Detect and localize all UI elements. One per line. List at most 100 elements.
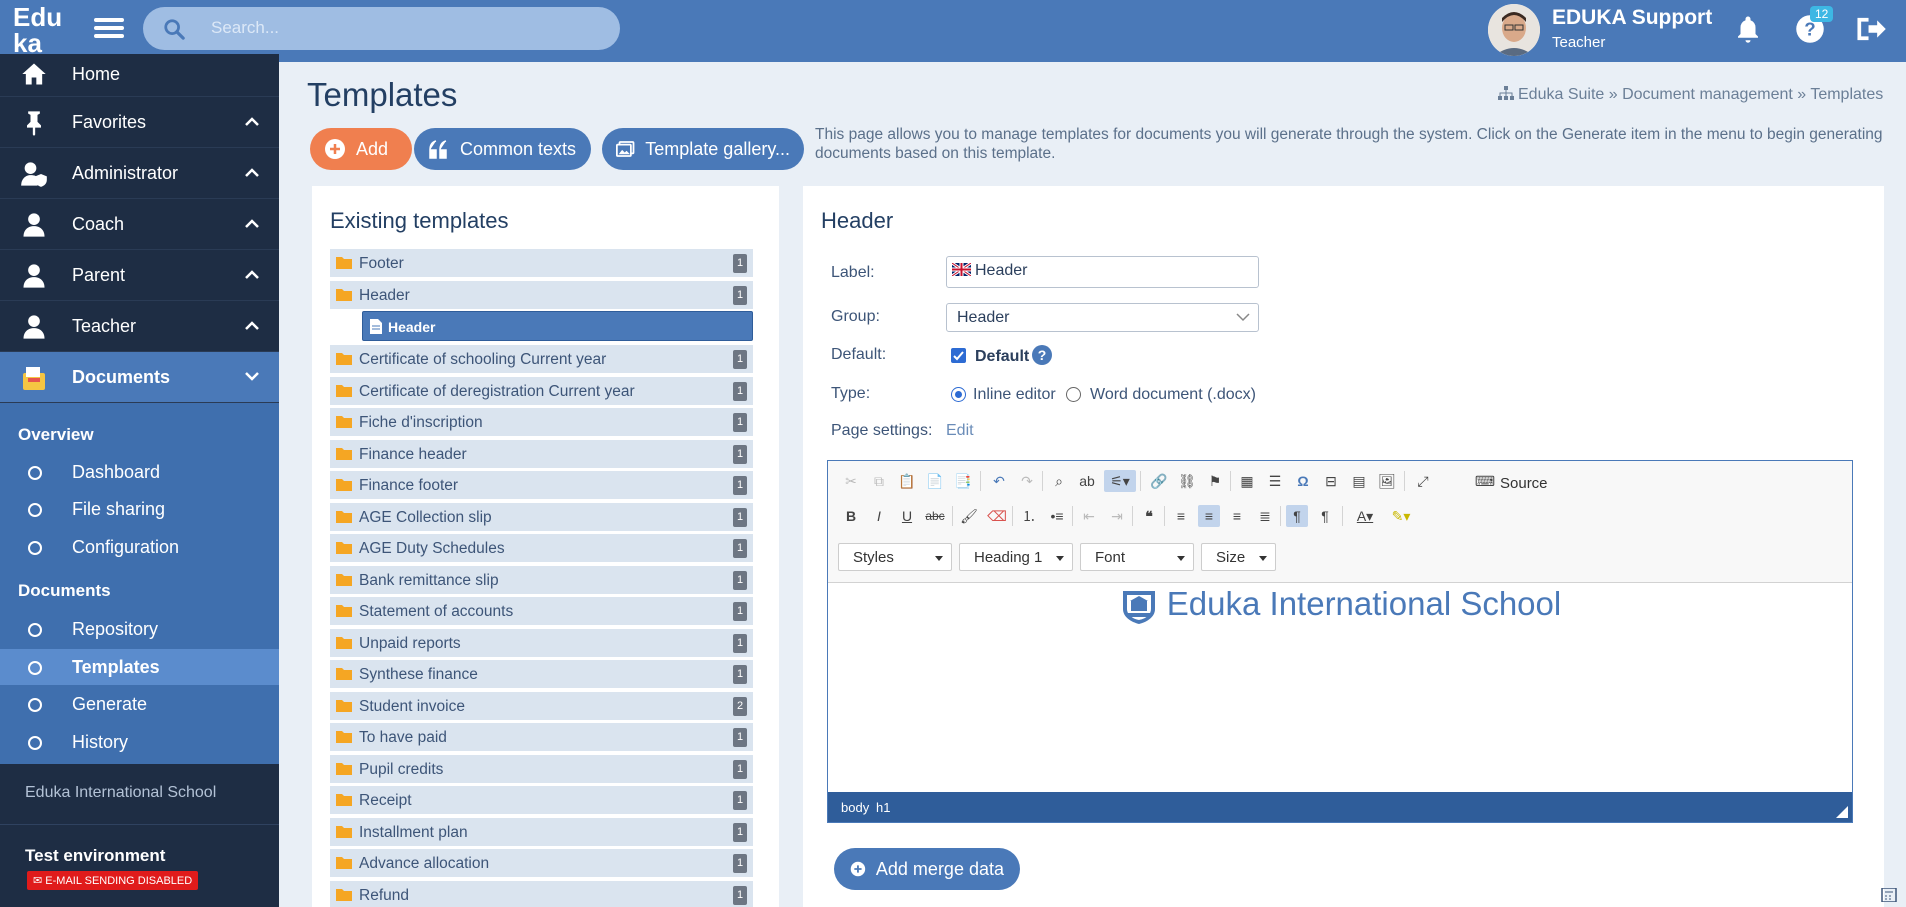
tree-item-template[interactable]: Receipt 1 [330,786,753,814]
tree-item-template[interactable]: Advance allocation 1 [330,849,753,877]
anchor-flag-icon[interactable]: ⚑ [1204,470,1226,492]
sidebar-subitem-configuration[interactable]: Configuration [0,529,279,565]
source-code-icon[interactable]: ⌨ [1474,470,1496,492]
sidebar-item-home[interactable]: Home [0,54,279,97]
indent-icon[interactable]: ⇥ [1106,505,1128,527]
find-icon[interactable]: ⌕ [1048,470,1070,492]
unlink-icon[interactable]: ⛓ [1176,470,1198,492]
label-field[interactable] [946,256,1259,288]
tree-item-template[interactable]: Footer 1 [330,249,753,277]
breadcrumb[interactable]: Eduka Suite » Document management » Temp… [1498,86,1883,104]
editor-content-heading[interactable]: Eduka International School [828,585,1852,625]
path-body[interactable]: body [841,800,869,815]
tree-item-template[interactable]: Fiche d'inscription 1 [330,408,753,436]
align-center-icon[interactable]: ≡ [1198,505,1220,527]
copy-icon[interactable]: ⧉ [868,470,890,492]
tree-item-template[interactable]: Certificate of schooling Current year 1 [330,345,753,373]
table-icon[interactable]: ▦ [1236,470,1258,492]
default-checkbox[interactable] [951,348,966,363]
sidebar-item-documents[interactable]: Documents [0,352,279,403]
background-color-icon[interactable]: ✎▾ [1386,505,1416,527]
source-button[interactable]: Source [1500,475,1548,492]
paste-icon[interactable]: 📋 [896,470,918,492]
align-left-icon[interactable]: ≡ [1170,505,1192,527]
text-color-icon[interactable]: A▾ [1350,505,1380,527]
tree-item-template[interactable]: To have paid 1 [330,723,753,751]
numbered-list-icon[interactable]: ⒈ [1018,505,1040,527]
page-break-icon[interactable]: ⊟ [1320,470,1342,492]
sidebar-subitem-file-sharing[interactable]: File sharing [0,491,279,527]
rtl-direction-icon[interactable]: ¶ [1314,505,1336,527]
cut-icon[interactable]: ✂ [840,470,862,492]
sidebar-subitem-dashboard[interactable]: Dashboard [0,454,279,490]
sidebar-item-parent[interactable]: Parent [0,250,279,301]
size-combo[interactable]: Size [1201,543,1276,571]
italic-icon[interactable]: I [868,505,890,527]
sidebar-item-administrator[interactable]: Administrator [0,148,279,199]
tree-item-template[interactable]: Installment plan 1 [330,818,753,846]
type-inline-radio[interactable] [951,387,966,402]
format-painter-dropdown-icon[interactable]: ⚟▾ [1104,470,1136,492]
link-icon[interactable]: 🔗 [1148,470,1170,492]
template-gallery-button[interactable]: Template gallery... [602,128,804,170]
maximize-icon[interactable]: ⤢ [1412,470,1434,492]
image-icon[interactable]: 🖼 [1376,470,1398,492]
sidebar-subitem-repository[interactable]: Repository [0,611,279,647]
page-settings-edit-link[interactable]: Edit [946,422,974,440]
undo-icon[interactable]: ↶ [988,470,1010,492]
font-combo[interactable]: Font [1080,543,1194,571]
align-justify-icon[interactable]: ≣ [1254,505,1276,527]
iframe-icon[interactable]: ▤ [1348,470,1370,492]
sidebar-item-coach[interactable]: Coach [0,199,279,250]
tree-item-template[interactable]: Certificate of deregistration Current ye… [330,377,753,405]
paste-text-icon[interactable]: 📄 [924,470,946,492]
text-field-icon[interactable]: ☰ [1264,470,1286,492]
type-inline-label[interactable]: Inline editor [973,386,1056,404]
path-h1[interactable]: h1 [876,800,890,815]
styles-combo[interactable]: Styles [838,543,952,571]
tree-item-template[interactable]: Unpaid reports 1 [330,629,753,657]
ltr-direction-icon[interactable]: ¶ [1286,505,1308,527]
label-input[interactable] [975,262,1245,280]
align-right-icon[interactable]: ≡ [1226,505,1248,527]
eraser-icon[interactable]: ⌫ [986,505,1008,527]
logout-icon[interactable] [1855,14,1887,44]
spellcheck-icon[interactable]: ab [1076,470,1098,492]
type-word-radio[interactable] [1066,387,1081,402]
paste-word-icon[interactable]: 📑 [952,470,974,492]
strikethrough-icon[interactable]: abc [924,505,946,527]
help-circle-icon[interactable]: ? [1031,344,1053,366]
group-select[interactable]: Header [946,303,1259,332]
tree-item-template[interactable]: AGE Collection slip 1 [330,503,753,531]
add-button[interactable]: Add [310,128,412,170]
user-name[interactable]: EDUKA Support [1552,6,1712,30]
user-avatar[interactable] [1488,4,1540,56]
tree-item-template[interactable]: Finance header 1 [330,440,753,468]
tree-item-selected-header[interactable]: Header [362,311,753,341]
search-input[interactable] [211,13,601,43]
underline-icon[interactable]: U [896,505,918,527]
format-combo[interactable]: Heading 1 [959,543,1073,571]
tree-item-template[interactable]: Bank remittance slip 1 [330,566,753,594]
calculator-icon[interactable] [1881,888,1897,902]
eduka-logo[interactable]: Edu ka [0,0,76,62]
bold-icon[interactable]: B [840,505,862,527]
sidebar-subitem-templates[interactable]: Templates [0,649,279,685]
type-word-label[interactable]: Word document (.docx) [1090,386,1256,404]
menu-toggle-icon[interactable] [94,14,124,44]
special-char-icon[interactable]: Ω [1292,470,1314,492]
sidebar-item-favorites[interactable]: Favorites [0,97,279,148]
resize-handle-icon[interactable] [1836,806,1848,818]
bell-icon[interactable] [1733,14,1763,44]
paint-brush-icon[interactable]: 🖌 [958,505,980,527]
tree-item-template[interactable]: Synthese finance 1 [330,660,753,688]
blockquote-icon[interactable]: ❝ [1138,505,1160,527]
tree-item-template[interactable]: Header 1 [330,281,753,309]
tree-item-template[interactable]: Statement of accounts 1 [330,597,753,625]
tree-item-template[interactable]: Pupil credits 1 [330,755,753,783]
add-merge-data-button[interactable]: Add merge data [834,848,1020,890]
search-bar[interactable] [143,7,620,50]
default-checkbox-label[interactable]: Default [975,348,1029,366]
tree-item-template[interactable]: AGE Duty Schedules 1 [330,534,753,562]
common-texts-button[interactable]: Common texts [414,128,591,170]
